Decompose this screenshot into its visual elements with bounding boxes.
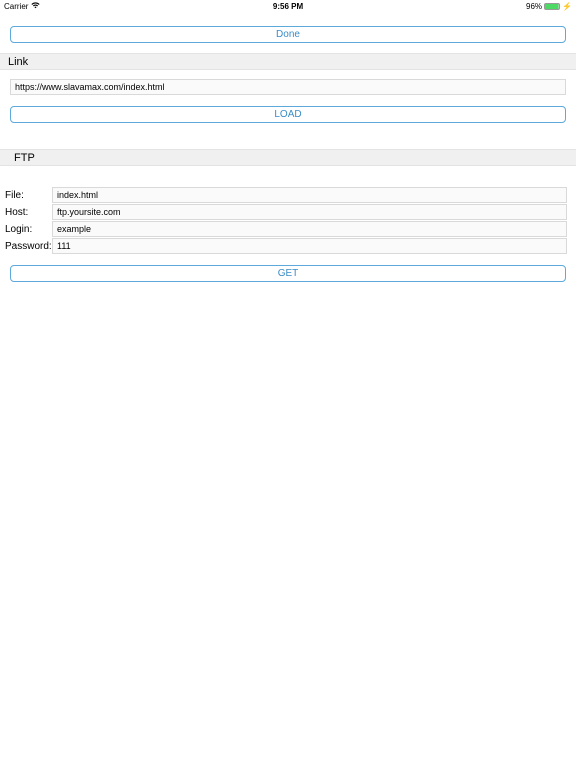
battery-icon	[544, 3, 560, 10]
ftp-login-label: Login:	[5, 224, 52, 235]
battery-percent: 96%	[526, 2, 542, 11]
status-right: 96% ⚡	[383, 2, 572, 11]
done-button[interactable]: Done	[10, 26, 566, 43]
status-bar: Carrier 9:56 PM 96% ⚡	[0, 0, 576, 12]
ftp-file-label: File:	[5, 190, 52, 201]
load-button[interactable]: LOAD	[10, 106, 566, 123]
ftp-host-label: Host:	[5, 207, 52, 218]
section-header-ftp: FTP	[0, 149, 576, 166]
wifi-icon	[31, 2, 40, 11]
carrier-label: Carrier	[4, 2, 28, 11]
clock: 9:56 PM	[193, 2, 382, 11]
ftp-login-input[interactable]	[52, 221, 567, 237]
ftp-password-label: Password:	[5, 241, 52, 252]
section-header-link: Link	[0, 53, 576, 70]
ftp-form: File: Host: Login: Password:	[0, 187, 576, 254]
status-left: Carrier	[4, 2, 193, 11]
charging-icon: ⚡	[562, 2, 572, 11]
get-button[interactable]: GET	[10, 265, 566, 282]
ftp-host-input[interactable]	[52, 204, 567, 220]
ftp-password-input[interactable]	[52, 238, 567, 254]
ftp-file-input[interactable]	[52, 187, 567, 203]
content: Done Link LOAD FTP File: Host: Login: Pa…	[0, 26, 576, 282]
link-url-input[interactable]	[10, 79, 566, 95]
